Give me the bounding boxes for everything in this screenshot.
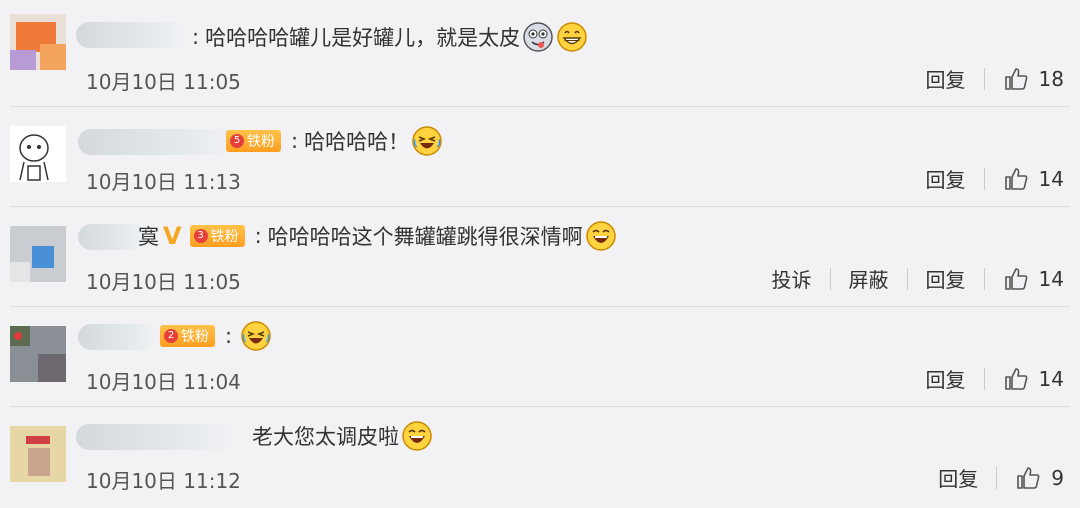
reply-button[interactable]: 回复 bbox=[926, 264, 966, 293]
laugh-icon bbox=[402, 421, 432, 451]
comment-item: 2 铁粉 : 10月10日 11:04 回复 14 bbox=[0, 307, 1080, 407]
avatar[interactable] bbox=[10, 326, 66, 382]
divider bbox=[983, 167, 985, 190]
verified-v-icon: V bbox=[163, 222, 182, 250]
like-count: 14 bbox=[1038, 166, 1064, 191]
comment-time: 10月10日 11:13 bbox=[86, 170, 241, 194]
comment-text: 哈哈哈哈这个舞罐罐跳得很深情啊 bbox=[267, 225, 583, 249]
reply-button[interactable]: 回复 bbox=[938, 463, 978, 492]
avatar[interactable] bbox=[10, 226, 66, 282]
divider bbox=[983, 367, 985, 390]
like-button[interactable]: 14 bbox=[1003, 266, 1064, 292]
like-count: 9 bbox=[1051, 465, 1064, 490]
username-fragment[interactable]: 寞 bbox=[138, 221, 159, 251]
colon: : bbox=[254, 224, 262, 248]
report-button[interactable]: 投诉 bbox=[772, 264, 812, 293]
comment-text: 老大您太调皮啦 bbox=[252, 425, 399, 449]
laugh-icon bbox=[585, 221, 616, 251]
comment-time: 10月10日 11:05 bbox=[86, 270, 241, 294]
blurred-username[interactable] bbox=[76, 424, 236, 450]
silly-face-icon bbox=[523, 22, 553, 52]
comment-text: 哈哈哈哈！ bbox=[304, 130, 410, 154]
reply-button[interactable]: 回复 bbox=[926, 64, 966, 93]
thumbs-up-icon bbox=[1004, 267, 1027, 290]
divider bbox=[983, 67, 985, 90]
like-count: 14 bbox=[1038, 366, 1064, 391]
blurred-username[interactable] bbox=[78, 324, 158, 350]
avatar[interactable] bbox=[10, 14, 66, 70]
thumbs-up-icon bbox=[1004, 367, 1027, 390]
blurred-username[interactable] bbox=[76, 22, 186, 48]
comment-item: 寞 V 3 铁粉 : 哈哈哈哈这个舞罐罐跳得很深情啊 10月10日 11:05 … bbox=[0, 207, 1080, 307]
like-button[interactable]: 18 bbox=[1003, 66, 1064, 92]
badge-level: 3 bbox=[193, 229, 208, 243]
like-count: 18 bbox=[1038, 66, 1064, 91]
comment-text: 哈哈哈哈罐儿是好罐儿，就是太皮 bbox=[205, 26, 521, 50]
badge-label: 铁粉 bbox=[210, 229, 239, 245]
reply-button[interactable]: 回复 bbox=[926, 164, 966, 193]
avatar-drawing bbox=[19, 134, 49, 181]
block-button[interactable]: 屏蔽 bbox=[849, 264, 889, 293]
blurred-username[interactable] bbox=[78, 129, 238, 155]
like-button[interactable]: 14 bbox=[1003, 166, 1064, 192]
divider bbox=[983, 267, 985, 290]
colon: : bbox=[225, 324, 233, 348]
fan-badge[interactable]: 5 铁粉 bbox=[226, 130, 281, 152]
thumbs-up-icon bbox=[1017, 466, 1040, 489]
comment-time: 10月10日 11:05 bbox=[86, 70, 241, 94]
fan-badge[interactable]: 3 铁粉 bbox=[189, 225, 245, 247]
comment-item: 老大您太调皮啦 10月10日 11:12 回复 9 bbox=[0, 407, 1080, 507]
avatar[interactable] bbox=[10, 126, 66, 182]
divider bbox=[996, 466, 998, 489]
comment-time: 10月10日 11:04 bbox=[86, 370, 241, 394]
badge-level: 5 bbox=[230, 134, 244, 148]
comment-list: : 哈哈哈哈罐儿是好罐儿，就是太皮 10月10日 11:05 回复 18 5 铁… bbox=[0, 0, 1080, 508]
grin-icon bbox=[557, 22, 587, 52]
like-button[interactable]: 14 bbox=[1003, 366, 1064, 392]
badge-label: 铁粉 bbox=[181, 329, 209, 345]
fan-badge[interactable]: 2 铁粉 bbox=[160, 325, 215, 347]
laugh-cry-icon bbox=[412, 126, 442, 156]
badge-label: 铁粉 bbox=[247, 134, 275, 150]
divider bbox=[906, 267, 908, 290]
divider bbox=[829, 267, 831, 290]
colon: : bbox=[192, 25, 200, 49]
badge-level: 2 bbox=[164, 329, 178, 343]
thumbs-up-icon bbox=[1004, 167, 1027, 190]
avatar[interactable] bbox=[10, 426, 66, 482]
reply-button[interactable]: 回复 bbox=[926, 364, 966, 393]
comment-time: 10月10日 11:12 bbox=[86, 469, 241, 493]
like-count: 14 bbox=[1038, 266, 1064, 291]
thumbs-up-icon bbox=[1004, 67, 1027, 90]
like-button[interactable]: 9 bbox=[1015, 465, 1064, 491]
laugh-cry-icon bbox=[241, 321, 271, 351]
comment-item: 5 铁粉 : 哈哈哈哈！ 10月10日 11:13 回复 14 bbox=[0, 107, 1080, 207]
colon: : bbox=[291, 129, 299, 153]
comment-item: : 哈哈哈哈罐儿是好罐儿，就是太皮 10月10日 11:05 回复 18 bbox=[0, 0, 1080, 107]
